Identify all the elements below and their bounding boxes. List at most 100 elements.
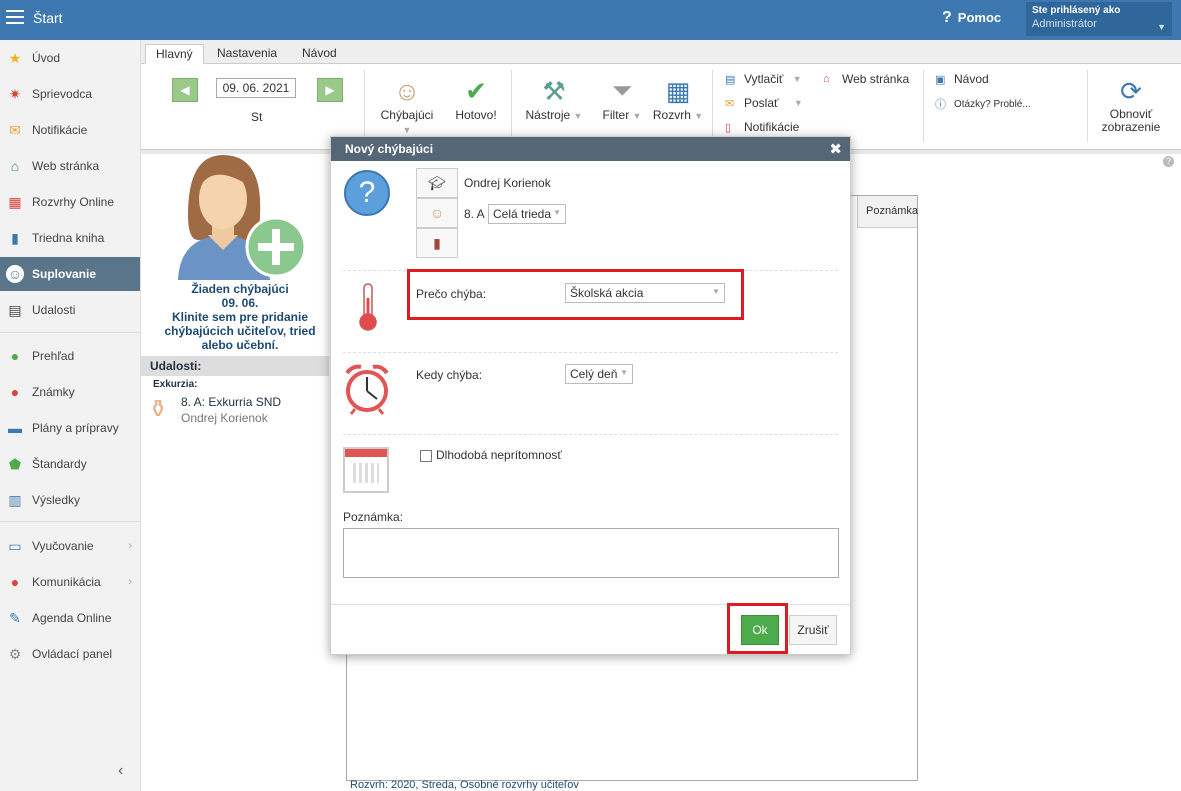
phone-icon: ▯ <box>725 121 732 134</box>
ribbon-tabs: Hlavný Nastavenia Návod <box>141 40 1181 64</box>
top-bar: Štart ? Pomoc Ste prihlásený ako Administ… <box>0 0 1181 40</box>
events-header: Udalosti: <box>141 356 329 376</box>
teacher-name: Ondrej Korienok <box>464 176 551 190</box>
briefcase-icon: ▬ <box>8 420 22 436</box>
web-page-button[interactable]: ⌂ Web stránka <box>823 72 909 86</box>
when-select[interactable]: Celý deň ▼ <box>565 364 633 384</box>
user-dropdown[interactable]: Ste prihlásený ako Administrátor ▼ <box>1026 2 1172 36</box>
next-day-button[interactable]: ▶ <box>317 78 343 102</box>
sidebar-item-plany[interactable]: ▬ Plány a prípravy <box>0 411 140 445</box>
star-icon: ★ <box>8 49 22 66</box>
sidebar-item-notifikacie[interactable]: ✉ Notifikácie <box>0 113 140 147</box>
column-header-note: Poznámka <box>857 196 918 228</box>
help-button[interactable]: ? Pomoc <box>942 9 1001 27</box>
sidebar-item-label: Agenda Online <box>32 611 112 625</box>
sidebar-item-suplovanie[interactable]: ☺ Suplovanie <box>0 257 140 291</box>
sidebar-item-label: Výsledky <box>32 493 81 507</box>
help-icon[interactable]: ? <box>1163 156 1174 167</box>
note-textarea[interactable] <box>343 528 839 578</box>
questions-button[interactable]: ⓘ Otázky? Problé... <box>935 96 1031 112</box>
sidebar-item-web[interactable]: ⌂ Web stránka <box>0 149 140 183</box>
tab-hlavny[interactable]: Hlavný <box>145 44 204 64</box>
sidebar-item-sprievodca[interactable]: ✷ Sprievodca <box>0 77 140 111</box>
sidebar-item-label: Úvod <box>32 51 61 65</box>
ribbon-divider <box>511 70 512 142</box>
sidebar-item-agenda[interactable]: ✎ Agenda Online <box>0 601 140 635</box>
sidebar-item-prehlad[interactable]: ● Prehľad <box>0 339 140 373</box>
sidebar-item-label: Udalosti <box>32 303 76 317</box>
dialog-divider <box>343 352 838 353</box>
sidebar-item-znamky[interactable]: ● Známky <box>0 375 140 409</box>
add-missing-avatar[interactable] <box>178 155 308 280</box>
day-label: St <box>251 110 263 124</box>
close-icon[interactable]: ✖ <box>829 140 842 158</box>
add-person-icon: ☺ <box>393 75 421 106</box>
envelope-icon: ✉ <box>725 97 735 110</box>
sidebar-item-rozvrhy[interactable]: ▦ Rozvrhy Online <box>0 185 140 219</box>
classroom-type-button[interactable]: ▮ <box>416 228 458 258</box>
calendar-icon <box>343 447 389 493</box>
class-scope-select[interactable]: Celá trieda ▼ <box>488 204 566 224</box>
tab-navod[interactable]: Návod <box>292 44 347 64</box>
questions-label: Otázky? Problé... <box>954 98 1031 110</box>
date-input[interactable]: 09. 06. 2021 <box>216 78 296 98</box>
guide-button[interactable]: ▣ Návod <box>935 72 989 86</box>
longterm-checkbox[interactable] <box>420 450 432 462</box>
refresh-label: zobrazenie <box>1101 120 1161 134</box>
sidebar-item-uvod[interactable]: ★ Úvod <box>0 41 140 75</box>
tools-button[interactable]: ⚒ Nástroje ▼ <box>523 74 585 123</box>
refresh-button[interactable]: ⟳ Obnoviť zobrazenie <box>1099 74 1163 134</box>
notifications-button[interactable]: ▯ Notifikácie <box>725 120 799 134</box>
wand-icon: ✷ <box>9 85 21 102</box>
vase-icon: ⚱ <box>148 396 169 423</box>
sidebar-item-triedna-kniha[interactable]: ▮ Triedna kniha <box>0 221 140 255</box>
menu-icon[interactable] <box>6 10 24 26</box>
send-button[interactable]: ✉ Poslať ▼ <box>725 96 803 110</box>
sidebar: ★ Úvod ✷ Sprievodca ✉ Notifikácie ⌂ Web strá… <box>0 40 141 791</box>
sidebar-item-label: Rozvrhy Online <box>32 195 115 209</box>
events-category: Exkurzia: <box>153 379 198 390</box>
collapse-sidebar-icon[interactable]: ‹ <box>118 762 123 780</box>
prev-day-button[interactable]: ◀ <box>172 78 198 102</box>
dialog-divider <box>343 434 838 435</box>
filter-button[interactable]: ⏷ Filter ▼ <box>595 74 649 122</box>
refresh-icon: ⟳ <box>1120 75 1142 106</box>
sidebar-item-komunikacia[interactable]: ● Komunikácia › <box>0 565 140 599</box>
question-icon: ? <box>942 9 952 26</box>
teacher-type-button[interactable]: 🎓︎ <box>416 168 458 198</box>
done-button[interactable]: ✔ Hotovo! <box>453 74 499 123</box>
user-label: Ste prihlásený ako <box>1032 5 1121 16</box>
alarm-clock-icon <box>345 364 389 415</box>
chevron-down-icon: ▼ <box>632 111 642 121</box>
longterm-label: Dlhodobá neprítomnosť <box>436 448 562 462</box>
ribbon-divider <box>364 70 365 142</box>
house-icon: ⌂ <box>823 73 830 85</box>
timetable-button[interactable]: ▦ Rozvrh ▼ <box>649 74 707 123</box>
open-book-icon: ▭ <box>8 537 22 554</box>
event-item[interactable]: ⚱ 8. A: Exkurria SND Ondrej Korienok <box>148 395 281 429</box>
sidebar-item-standardy[interactable]: ⬟ Štandardy <box>0 447 140 481</box>
sidebar-item-vyucovanie[interactable]: ▭ Vyučovanie › <box>0 529 140 563</box>
sidebar-item-udalosti[interactable]: ▤ Udalosti <box>0 293 140 327</box>
chevron-down-icon: ▼ <box>620 368 628 377</box>
chevron-right-icon: › <box>128 540 132 552</box>
sidebar-item-label: Plány a prípravy <box>32 421 119 435</box>
missing-button[interactable]: ☺ Chýbajúci ▼ <box>377 74 437 136</box>
sidebar-item-vysledky[interactable]: ▥ Výsledky <box>0 483 140 517</box>
person-icon <box>178 155 307 280</box>
done-button-label: Hotovo! <box>455 108 497 122</box>
guide-icon: ▣ <box>935 73 946 86</box>
class-type-button[interactable]: ☺ <box>416 198 458 228</box>
sidebar-item-label: Vyučovanie <box>32 539 94 553</box>
print-button[interactable]: ▤ Vytlačiť ▼ <box>725 72 802 86</box>
print-icon: ▤ <box>725 73 736 86</box>
chevron-down-icon: ▼ <box>573 111 583 121</box>
sidebar-item-ovladaci-panel[interactable]: ⚙ Ovládací panel <box>0 637 140 671</box>
question-icon: ? <box>344 170 390 216</box>
cancel-button[interactable]: Zrušiť <box>789 615 837 645</box>
tab-nastavenia[interactable]: Nastavenia <box>207 44 287 64</box>
status-bar: Rozvrh: 2020, Streda, Osobné rozvrhy uči… <box>350 779 579 791</box>
add-missing-hint[interactable]: Žiaden chýbajúci 09. 06. Klinite sem pre… <box>150 282 330 352</box>
sidebar-divider <box>0 332 140 333</box>
app-title[interactable]: Štart <box>33 10 63 26</box>
